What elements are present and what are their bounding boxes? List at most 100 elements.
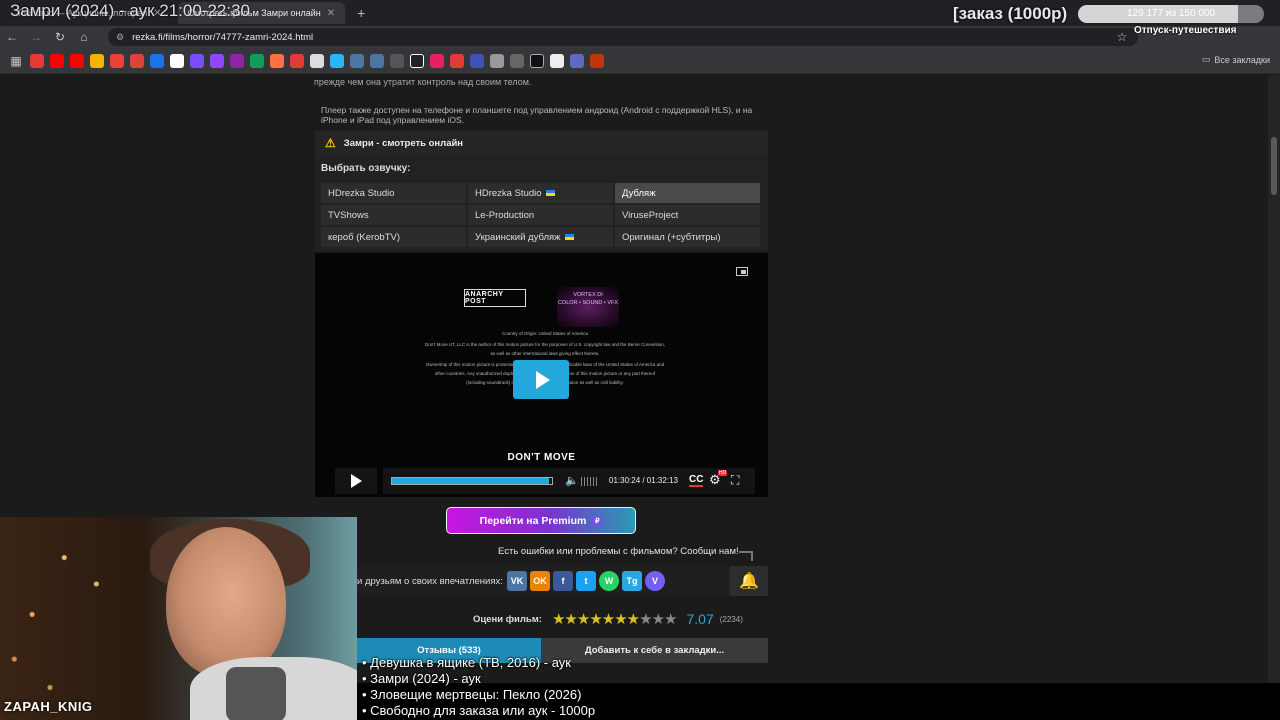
bookmark-icon[interactable] xyxy=(30,53,44,68)
reload-icon[interactable]: ↻ xyxy=(48,30,72,44)
fullscreen-icon[interactable]: ⛶ xyxy=(731,473,739,488)
bookmark-icon[interactable] xyxy=(590,53,604,68)
home-icon[interactable]: ⌂ xyxy=(72,30,96,44)
page-scrollbar[interactable] xyxy=(1268,75,1280,683)
bookmark-star-icon[interactable]: ☆ xyxy=(1110,30,1134,44)
bookmark-icon[interactable] xyxy=(430,53,444,68)
voice-hdrezka[interactable]: HDrezka Studio xyxy=(321,183,466,203)
rating-star[interactable]: ★ xyxy=(652,610,665,628)
bookmark-icon[interactable] xyxy=(330,53,344,68)
forward-icon[interactable]: → xyxy=(24,30,48,44)
vk-icon[interactable] xyxy=(350,53,364,68)
share-label: и друзьям о своих впечатлениях: xyxy=(357,576,503,587)
all-bookmarks[interactable]: ▭ Все закладки xyxy=(1202,54,1270,65)
anarchy-post-logo: ANARCHY POST xyxy=(464,289,526,307)
viber-share-icon[interactable]: V xyxy=(645,571,665,591)
voice-label-text: кероб (KerobTV) xyxy=(328,231,401,243)
gmail-icon[interactable] xyxy=(130,53,144,68)
queue-item: • Замри (2024) - аук xyxy=(362,671,481,686)
queue-item: • Зловещие мертвецы: Пекло (2026) xyxy=(362,687,582,702)
rating-star[interactable]: ★ xyxy=(589,610,602,628)
bookmark-icon[interactable] xyxy=(150,53,164,68)
bookmark-icon[interactable] xyxy=(490,53,504,68)
bookmark-icon[interactable] xyxy=(470,53,484,68)
picture-in-picture-icon[interactable] xyxy=(736,267,748,276)
rating-star[interactable]: ★ xyxy=(602,610,615,628)
big-play-button[interactable] xyxy=(513,360,569,399)
bookmark-icon[interactable] xyxy=(290,53,304,68)
rating-star[interactable]: ★ xyxy=(564,610,577,628)
bookmark-icon[interactable] xyxy=(230,53,244,68)
vk-share-icon[interactable]: VK xyxy=(507,571,527,591)
facebook-share-icon[interactable]: f xyxy=(553,571,573,591)
voice-original[interactable]: Оригинал (+субтитры) xyxy=(615,227,760,247)
rating-star[interactable]: ★ xyxy=(577,610,590,628)
back-icon[interactable]: ← xyxy=(0,30,24,44)
panel-title: Замри - смотреть онлайн xyxy=(343,137,464,149)
subtitles-button[interactable]: CC xyxy=(689,474,704,487)
vortex-logo-title: VORTEX DI xyxy=(573,292,603,298)
bookmark-icon[interactable] xyxy=(510,53,524,68)
youtube-icon[interactable] xyxy=(50,53,64,68)
twitter-share-icon[interactable]: t xyxy=(576,571,596,591)
queue-item: • Свободно для заказа или аук - 1000р xyxy=(362,703,596,718)
mail-icon[interactable] xyxy=(90,53,104,68)
rating-star[interactable]: ★ xyxy=(552,610,565,628)
seek-bar[interactable] xyxy=(391,477,553,485)
bookmarks-bar: ▦ ▭ Все закладки xyxy=(0,48,1280,74)
scrollbar-thumb[interactable] xyxy=(1271,137,1277,195)
site-info-icon[interactable]: ⚙ xyxy=(116,32,124,43)
subscribe-bell-icon[interactable]: 🔔 xyxy=(730,566,768,596)
new-tab-icon[interactable]: + xyxy=(357,5,365,21)
rating-score: 7.07 xyxy=(686,611,714,627)
bookmark-icon[interactable] xyxy=(310,53,324,68)
bookmark-icon[interactable] xyxy=(550,53,564,68)
play-button[interactable] xyxy=(335,468,377,494)
goal-text: 129 177 из 150 000 xyxy=(1126,8,1216,19)
volume-slider[interactable] xyxy=(581,477,597,486)
address-bar[interactable]: ⚙ rezka.fi/films/horror/74777-zamri-2024… xyxy=(108,28,1138,46)
close-icon[interactable]: ✕ xyxy=(327,8,335,19)
telegram-share-icon[interactable]: Tg xyxy=(622,571,642,591)
twitch-icon[interactable] xyxy=(210,53,224,68)
voice-viruseproject[interactable]: ViruseProject xyxy=(615,205,760,225)
vk-icon[interactable] xyxy=(370,53,384,68)
bookmark-icon[interactable] xyxy=(530,53,544,68)
apps-icon[interactable]: ▦ xyxy=(8,54,24,68)
volume-icon[interactable]: 🔈 xyxy=(565,474,579,487)
premium-icon: ₽ xyxy=(592,515,603,526)
voice-ukrainian-dub[interactable]: Украинский дубляж xyxy=(468,227,613,247)
bookmark-icon[interactable] xyxy=(390,53,404,68)
report-problem-link[interactable]: Есть ошибки или проблемы с фильмом? Сооб… xyxy=(498,546,739,557)
rating-star[interactable]: ★ xyxy=(664,610,677,628)
bookmark-icon[interactable] xyxy=(570,53,584,68)
kinopoisk-icon[interactable] xyxy=(410,53,424,68)
ok-share-icon[interactable]: OK xyxy=(530,571,550,591)
screen: Pointauc — Аукционы, лотереи ✕ Смотреть … xyxy=(0,0,1280,720)
gmail-icon[interactable] xyxy=(110,53,124,68)
voice-kerob[interactable]: кероб (KerobTV) xyxy=(321,227,466,247)
voice-le-production[interactable]: Le-Production xyxy=(468,205,613,225)
bookmark-icon[interactable] xyxy=(270,53,284,68)
voice-hdrezka-ua[interactable]: HDrezka Studio xyxy=(468,183,613,203)
voice-label-text: Дубляж xyxy=(622,187,656,199)
credit-line: Country of Origin: United States of Amer… xyxy=(501,331,589,336)
youtube-icon[interactable] xyxy=(70,53,84,68)
voice-dub[interactable]: Дубляж xyxy=(615,183,760,203)
ukraine-flag-icon xyxy=(545,190,555,196)
voice-tvshows[interactable]: TVShows xyxy=(321,205,466,225)
rating-star[interactable]: ★ xyxy=(614,610,627,628)
premium-button[interactable]: Перейти на Premium ₽ xyxy=(446,507,636,534)
bookmark-icon[interactable] xyxy=(170,53,184,68)
whatsapp-share-icon[interactable]: W xyxy=(599,571,619,591)
vortex-logo-sub: COLOR • SOUND • VFX xyxy=(557,300,619,306)
rating-stars[interactable]: ★ ★ ★ ★ ★ ★ ★ ★ ★ ★ xyxy=(552,610,678,628)
rating-star[interactable]: ★ xyxy=(639,610,652,628)
bookmark-icon[interactable] xyxy=(450,53,464,68)
video-player[interactable]: ANARCHY POST VORTEX DI COLOR • SOUND • V… xyxy=(315,253,768,497)
credit-line: Don't Move UT, LLC is the author of this… xyxy=(425,342,665,356)
sheets-icon[interactable] xyxy=(250,53,264,68)
rating-star[interactable]: ★ xyxy=(627,610,640,628)
rating-label: Оцени фильм: xyxy=(473,613,542,625)
bookmark-icon[interactable] xyxy=(190,53,204,68)
